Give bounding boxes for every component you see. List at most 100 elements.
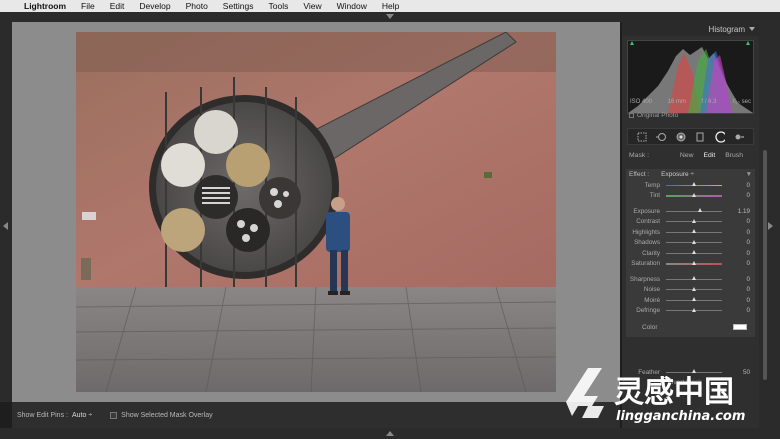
menu-app[interactable]: Lightroom (18, 1, 73, 11)
slider-value[interactable]: 0 (722, 192, 750, 199)
slider-thumb[interactable] (691, 239, 696, 244)
slider-value[interactable]: 0 (722, 276, 750, 283)
slider-thumb[interactable] (691, 218, 696, 223)
color-label: Color (642, 323, 658, 331)
slider-value[interactable]: 0 (722, 182, 750, 189)
moire-slider[interactable] (666, 297, 722, 302)
menu-help[interactable]: Help (374, 1, 406, 11)
photo-viewer[interactable] (12, 22, 620, 402)
slider-value[interactable]: 0 (722, 260, 750, 267)
effect-row: Effect : Exposure ÷ ▼ (626, 169, 755, 180)
slider-thumb[interactable] (691, 286, 696, 291)
expand-left-panel-icon[interactable] (3, 222, 8, 230)
menu-tools[interactable]: Tools (261, 1, 296, 11)
effect-collapse-icon[interactable]: ▼ (746, 171, 752, 178)
slider-row-exposure: Exposure 1.19 (626, 206, 755, 217)
slider-value[interactable]: 0 (722, 250, 750, 257)
slider-row-defringe: Defringe 0 (626, 306, 755, 317)
tint-slider[interactable] (666, 192, 722, 197)
slider-value[interactable]: 0 (722, 297, 750, 304)
slider-row-tint: Tint 0 (626, 191, 755, 202)
exposure-slider[interactable] (666, 208, 722, 213)
menu-develop[interactable]: Develop (131, 1, 177, 11)
slider-thumb[interactable] (691, 297, 696, 302)
mask-edit-button[interactable]: Edit (704, 152, 716, 159)
slider-row-noise: Noise 0 (626, 285, 755, 296)
slider-thumb[interactable] (691, 260, 696, 265)
original-photo-row[interactable]: Original Photo (629, 112, 678, 119)
graduated-filter-tool-icon[interactable] (695, 132, 705, 142)
slider-row-highlights: Highlights 0 (626, 227, 755, 238)
slider-value[interactable]: 0 (722, 218, 750, 225)
adjustment-brush-tool-icon[interactable] (734, 132, 745, 142)
exif-iso: ISO 400 (630, 99, 653, 105)
shadows-slider[interactable] (666, 239, 722, 244)
slider-thumb[interactable] (698, 208, 703, 213)
viewer-toolbar: Show Edit Pins : Auto ÷ Show Selected Ma… (12, 402, 620, 428)
original-photo-checkbox[interactable] (629, 113, 634, 118)
edit-pins-select[interactable]: Auto ÷ (72, 412, 92, 419)
mask-brush-button[interactable]: Brush (725, 152, 743, 159)
mask-new-button[interactable]: New (680, 152, 694, 159)
show-mask-overlay-label: Show Selected Mask Overlay (121, 411, 213, 419)
show-edit-pins-label: Show Edit Pins : (17, 411, 68, 419)
effect-preset-select[interactable]: Exposure ÷ (661, 171, 694, 178)
slider-thumb[interactable] (691, 192, 696, 197)
expand-filmstrip-icon[interactable] (386, 431, 394, 436)
menu-settings[interactable]: Settings (215, 1, 261, 11)
menu-view[interactable]: View (295, 1, 328, 11)
slider-row-contrast: Contrast 0 (626, 217, 755, 228)
slider-thumb[interactable] (691, 250, 696, 255)
show-mask-overlay-checkbox[interactable] (110, 411, 118, 419)
collapse-top-panel-icon[interactable] (386, 14, 394, 19)
slider-thumb[interactable] (691, 307, 696, 312)
slider-label: Sharpness (629, 275, 660, 283)
slider-label: Exposure (633, 207, 660, 215)
main-photo[interactable] (76, 32, 556, 392)
slider-thumb[interactable] (691, 182, 696, 186)
highlights-slider[interactable] (666, 229, 722, 234)
slider-label: Moiré (644, 296, 660, 304)
right-panel-scrollbar[interactable] (763, 150, 767, 380)
slider-thumb[interactable] (691, 276, 696, 281)
slider-label: Saturation (631, 260, 660, 268)
defringe-slider[interactable] (666, 307, 722, 312)
menu-edit[interactable]: Edit (102, 1, 132, 11)
slider-row-shadows: Shadows 0 (626, 238, 755, 249)
crop-tool-icon[interactable] (637, 132, 647, 142)
slider-value[interactable]: 1.19 (722, 208, 750, 215)
slider-row-clarity: Clarity 0 (626, 248, 755, 259)
radial-filter-tool-icon[interactable] (715, 130, 725, 143)
sharpness-slider[interactable] (666, 276, 722, 281)
saturation-slider[interactable] (666, 260, 722, 265)
slider-value[interactable]: 0 (722, 229, 750, 236)
exif-focal-length: 16 mm (667, 99, 686, 105)
menu-bar: Lightroom File Edit Develop Photo Settin… (0, 0, 780, 12)
menu-photo[interactable]: Photo (178, 1, 215, 11)
slider-row-saturation: Saturation 0 (626, 259, 755, 270)
collapse-histogram-icon[interactable] (749, 27, 755, 31)
temp-slider[interactable] (666, 182, 722, 186)
slider-value[interactable]: 0 (722, 286, 750, 293)
slider-label: Noise (643, 286, 660, 294)
develop-tool-strip (627, 128, 754, 145)
slider-value[interactable]: 0 (722, 239, 750, 246)
collapse-right-panel-icon[interactable] (768, 222, 773, 230)
slider-thumb[interactable] (691, 229, 696, 234)
contrast-slider[interactable] (666, 218, 722, 223)
red-eye-tool-icon[interactable] (676, 132, 686, 142)
slider-label: Defringe (636, 307, 660, 315)
slider-row-sharpness: Sharpness 0 (626, 274, 755, 285)
menu-window[interactable]: Window (329, 1, 374, 11)
slider-label: Contrast (636, 218, 660, 226)
original-photo-label: Original Photo (637, 112, 679, 119)
menu-file[interactable]: File (73, 1, 102, 11)
color-swatch[interactable] (733, 324, 747, 330)
histogram-header[interactable]: Histogram (622, 22, 759, 36)
spot-removal-tool-icon[interactable] (656, 132, 667, 142)
slider-value[interactable]: 0 (722, 307, 750, 314)
exif-aperture: f / 6.3 (701, 99, 717, 105)
noise-slider[interactable] (666, 286, 722, 291)
clarity-slider[interactable] (666, 250, 722, 255)
histogram-exif: ISO 400 16 mm f / 6.3 ¹⁄₆₀ sec (627, 99, 754, 105)
